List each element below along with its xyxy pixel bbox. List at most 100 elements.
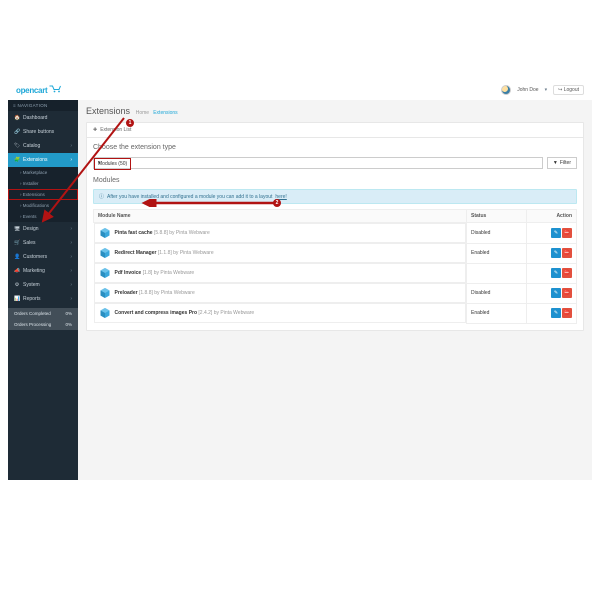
brand-logo: opencart — [16, 85, 63, 95]
chevron-right-icon: › — [70, 143, 72, 149]
sidebar-item-extensions[interactable]: 🧩Extensions › — [8, 153, 78, 167]
module-name: Redirect Manager — [115, 250, 157, 256]
cell-action: ✎⛔ — [527, 263, 577, 283]
box-icon — [99, 307, 111, 319]
cell-status: Enabled — [467, 303, 527, 323]
main-content: Extensions Home Extensions ✚ Extension L… — [78, 100, 592, 480]
module-name: Preloader — [115, 290, 138, 296]
info-icon: ⓘ — [99, 193, 104, 200]
sidebar-sub-marketplace[interactable]: › Marketplace — [8, 167, 78, 178]
sidebar-item-marketing[interactable]: 📣Marketing› — [8, 264, 78, 278]
sidebar-item-design[interactable]: 🖥Design› — [8, 222, 78, 236]
sidebar-sub-modifications[interactable]: › Modifications — [8, 200, 78, 211]
nav-label: Reports — [23, 296, 41, 302]
edit-button[interactable]: ✎ — [551, 228, 561, 238]
edit-button[interactable]: ✎ — [551, 268, 561, 278]
chevron-right-icon: › — [70, 254, 72, 260]
panel-title: Extension List — [100, 127, 131, 133]
stat-value: 0% — [65, 322, 72, 327]
nav-icon: 🏠 — [14, 115, 20, 121]
crumb-current[interactable]: Extensions — [153, 110, 177, 116]
sidebar-sub-installer[interactable]: › Installer — [8, 178, 78, 189]
user-caret[interactable]: ▾ — [545, 87, 548, 93]
nav-header-label: NAVIGATION — [17, 103, 47, 108]
chevron-right-icon: › — [70, 157, 72, 163]
delete-button[interactable]: ⛔ — [562, 268, 572, 278]
stat-row: Orders Processing 0% — [8, 319, 78, 330]
sidebar-sub-extensions[interactable]: › Extensions — [8, 189, 78, 200]
top-bar: opencart John Doe ▾ ↪ Logout — [8, 80, 592, 100]
modules-heading: Modules — [93, 177, 577, 184]
logout-label: Logout — [564, 87, 579, 93]
logout-button[interactable]: ↪ Logout — [553, 85, 584, 95]
sidebar-item-customers[interactable]: 👤Customers› — [8, 250, 78, 264]
delete-button[interactable]: ⛔ — [562, 308, 572, 318]
nav-label: Customers — [23, 254, 47, 260]
nav-icon: 📊 — [14, 296, 20, 302]
avatar[interactable] — [501, 85, 511, 95]
cell-action: ✎⛔ — [527, 303, 577, 323]
cell-action: ✎⛔ — [527, 243, 577, 263]
table-row: Preloader [1.8.8] by Pinta Webware Disabl… — [94, 283, 577, 303]
cell-name: Pdf Invoice [1.8] by Pinta Webware — [94, 263, 467, 283]
chevron-right-icon: › — [70, 268, 72, 274]
filter-icon: ▼ — [553, 160, 558, 166]
sidebar-item-share-buttons[interactable]: 🔗Share buttons — [8, 125, 78, 139]
delete-button[interactable]: ⛔ — [562, 288, 572, 298]
stat-row: Orders Completed0% — [8, 308, 78, 319]
nav-header: ≡ NAVIGATION — [8, 100, 78, 111]
module-meta: [1.8.8] by Pinta Webware — [139, 290, 195, 296]
module-meta: [1.8] by Pinta Webware — [143, 270, 195, 276]
cell-action: ✎⛔ — [527, 223, 577, 244]
nav-icon: 📣 — [14, 268, 20, 274]
nav-label: Catalog — [23, 143, 40, 149]
edit-button[interactable]: ✎ — [551, 288, 561, 298]
select-value: Modules (50) — [98, 161, 127, 167]
user-name[interactable]: John Doe — [517, 87, 538, 93]
sidebar-sub-events[interactable]: › Events — [8, 211, 78, 222]
crumb-home[interactable]: Home — [136, 110, 149, 116]
panel-extension-list: ✚ Extension List Choose the extension ty… — [86, 122, 584, 331]
sidebar-item-catalog[interactable]: 🏷Catalog › — [8, 139, 78, 153]
stat-value: 0% — [65, 311, 72, 316]
cell-name: Convert and compress images Pro [2.4.2] … — [94, 303, 467, 323]
module-name: Pdf Invoice — [115, 270, 142, 276]
nav-icon: 🔗 — [14, 129, 20, 135]
sidebar-item-dashboard[interactable]: 🏠Dashboard — [8, 111, 78, 125]
extension-type-select[interactable]: Modules (50) ▾ — [93, 157, 543, 169]
delete-button[interactable]: ⛔ — [562, 248, 572, 258]
cart-icon — [49, 85, 63, 95]
nav-label: Extensions — [23, 157, 47, 163]
edit-button[interactable]: ✎ — [551, 248, 561, 258]
cell-status — [467, 263, 527, 283]
stat-label: Orders Processing — [14, 322, 51, 327]
annotation-callout-1: 1 — [126, 119, 134, 127]
nav-icon: 🏷 — [14, 143, 20, 149]
nav-icon: 🖥 — [14, 226, 20, 232]
box-icon — [99, 287, 111, 299]
table-row: Pdf Invoice [1.8] by Pinta Webware ✎⛔ — [94, 263, 577, 283]
filter-button[interactable]: ▼ Filter — [547, 157, 577, 169]
cell-status: Disabled — [467, 283, 527, 303]
table-row: Convert and compress images Pro [2.4.2] … — [94, 303, 577, 323]
module-meta: [1.1.8] by Pinta Webware — [158, 250, 214, 256]
breadcrumb: Home Extensions — [136, 110, 178, 116]
info-alert: ⓘ After you have installed and configure… — [93, 189, 577, 204]
nav-icon: 🧩 — [14, 157, 20, 163]
chevron-right-icon: › — [70, 226, 72, 232]
nav-label: Sales — [23, 240, 36, 246]
cell-status: Disabled — [467, 223, 527, 244]
cell-status: Enabled — [467, 243, 527, 263]
edit-button[interactable]: ✎ — [551, 308, 561, 318]
sidebar-item-system[interactable]: ⚙System› — [8, 278, 78, 292]
sidebar-item-reports[interactable]: 📊Reports› — [8, 292, 78, 306]
sidebar: ≡ NAVIGATION 🏠Dashboard🔗Share buttons🏷Ca… — [8, 100, 78, 480]
cell-action: ✎⛔ — [527, 283, 577, 303]
annotation-callout-2: 2 — [273, 199, 281, 207]
box-icon — [99, 267, 111, 279]
delete-button[interactable]: ⛔ — [562, 228, 572, 238]
cell-name: Redirect Manager [1.1.8] by Pinta Webwar… — [94, 243, 467, 263]
modules-table: Module Name Status Action Pinta fast cac… — [93, 209, 577, 324]
sidebar-item-sales[interactable]: 🛒Sales› — [8, 236, 78, 250]
nav-icon: ⚙ — [14, 282, 20, 288]
